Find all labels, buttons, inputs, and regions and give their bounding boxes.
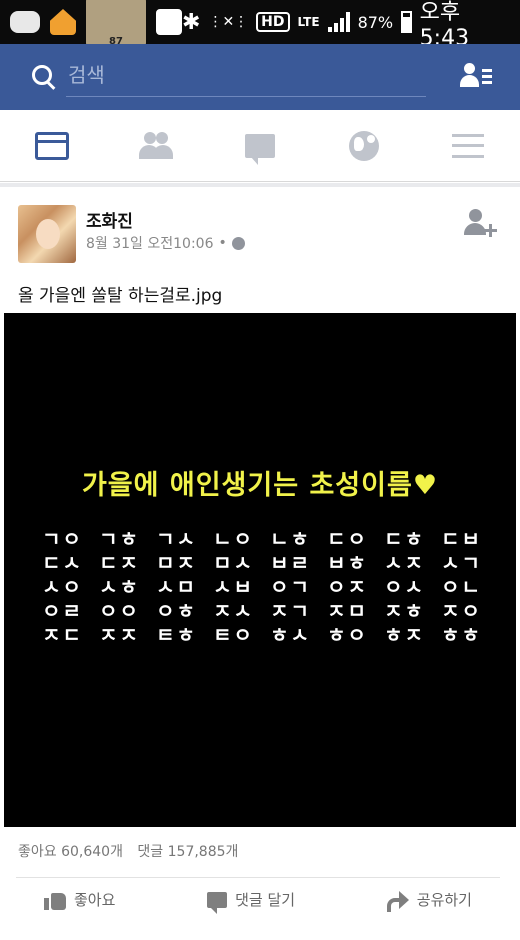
like-count[interactable]: 좋아요 60,640개 (18, 844, 123, 860)
tab-notifications[interactable] (334, 121, 394, 171)
initial-cell: ㅅㅂ (213, 575, 254, 599)
public-globe-icon (231, 236, 245, 250)
meta-separator: • (218, 235, 227, 251)
tab-friend-requests[interactable] (126, 121, 186, 171)
messages-icon (245, 133, 275, 165)
home-app-icon (50, 9, 76, 35)
status-bar: 87 ✱ ⋮✕⋮ HD LTE 87% 오후 5:43 (0, 0, 520, 51)
initial-cell: ㅇㅇ (99, 599, 140, 623)
initial-cell: ㄷㅈ (99, 551, 140, 575)
image-title: 가을에 애인생기는 초성이름♥ (81, 470, 439, 501)
initial-cell: ㅂㄹ (270, 551, 311, 575)
initial-cell: ㄷㅇ (327, 527, 368, 551)
comment-button[interactable]: 댓글 달기 (179, 889, 323, 914)
feed-post: 조화진 8월 31일 오전10:06 • 올 가을엔 쏠탈 하는걸로.jpg 가… (0, 187, 520, 940)
hd-indicator: HD (256, 12, 290, 32)
initial-cell: ㅎㅇ (327, 623, 368, 647)
tab-messages[interactable] (230, 121, 290, 171)
post-meta: 8월 31일 오전10:06 • (86, 233, 245, 253)
initial-cell: ㅇㄴ (441, 575, 482, 599)
friends-list-icon[interactable] (460, 63, 492, 91)
initial-cell: ㅈㅎ (384, 599, 425, 623)
share-button[interactable]: 공유하기 (359, 889, 500, 912)
tab-menu[interactable] (438, 121, 498, 171)
initial-cell: ㅇㅈ (327, 575, 368, 599)
friend-requests-icon (138, 131, 174, 160)
initial-cell: ㅌㅇ (213, 623, 254, 647)
initial-cell: ㅅㅎ (99, 575, 140, 599)
post-author[interactable]: 조화진 (86, 207, 133, 232)
initials-grid: ㄱㅇ ㄱㅎ ㄱㅅ ㄴㅇ ㄴㅎ ㄷㅇ ㄷㅎ ㄷㅂㄷㅅ ㄷㅈ ㅁㅈ ㅁㅅ ㅂㄹ ㅂㅎ ㅅㅈ ㅅㄱㅅㅇ ㅅㅎ ㅅㅁ ㅅㅂ… (34, 528, 490, 646)
initial-cell: ㅈㅈ (99, 623, 140, 647)
notifications-globe-icon (349, 130, 379, 161)
initial-cell: ㅅㅈ (384, 551, 425, 575)
initial-cell: ㅈㅁ (327, 599, 368, 623)
share-label: 공유하기 (416, 891, 472, 909)
initial-cell: ㄴㅎ (270, 527, 311, 551)
comment-icon (207, 891, 228, 914)
initial-cell: ㅈㄱ (270, 599, 311, 623)
initial-cell: ㅅㅁ (156, 575, 197, 599)
search-input[interactable] (66, 57, 426, 97)
initial-cell: ㅅㅇ (42, 575, 83, 599)
message-notification-icon (10, 11, 40, 33)
add-friend-icon[interactable] (464, 209, 498, 243)
initial-cell: ㅂㅎ (327, 551, 368, 575)
post-image[interactable]: 가을에 애인생기는 초성이름♥ ㄱㅇ ㄱㅎ ㄱㅅ ㄴㅇ ㄴㅎ ㄷㅇ ㄷㅎ ㄷㅂㄷㅅ ㄷㅈ ㅁㅈ ㅁㅅ… (4, 313, 516, 827)
initial-cell: ㅇㄹ (42, 599, 83, 623)
initial-cell: ㄷㅅ (42, 551, 83, 575)
initial-cell: ㄱㅇ (42, 527, 83, 551)
initial-cell: ㅇㅎ (156, 599, 197, 623)
app-badge-icon: 87 (86, 0, 146, 47)
post-stats: 좋아요 60,640개 댓글 157,885개 (18, 841, 238, 861)
like-label: 좋아요 (74, 891, 116, 909)
initial-cell: ㄷㅂ (441, 527, 482, 551)
tab-news-feed[interactable] (22, 121, 82, 171)
comment-label: 댓글 달기 (235, 891, 296, 909)
initial-cell: ㄷㅎ (384, 527, 425, 551)
post-actions: 좋아요 댓글 달기 공유하기 (16, 877, 500, 921)
initial-cell: ㅎㅎ (441, 623, 482, 647)
clock: 오후 5:43 (419, 0, 470, 51)
comment-count[interactable]: 댓글 157,885개 (137, 844, 238, 860)
initial-cell: ㅁㅅ (213, 551, 254, 575)
signal-icon (327, 12, 350, 32)
initial-cell: ㅇㅅ (384, 575, 425, 599)
initial-cell: ㅁㅈ (156, 551, 197, 575)
initial-cell: ㄴㅇ (213, 527, 254, 551)
share-arrow-icon (386, 890, 409, 912)
post-date[interactable]: 8월 31일 오전10:06 (86, 233, 214, 253)
chart-app-icon (156, 9, 182, 35)
like-button[interactable]: 좋아요 (16, 889, 143, 910)
menu-icon (452, 133, 484, 158)
bluetooth-icon: ✱ (182, 9, 201, 35)
news-feed-icon (35, 131, 69, 160)
network-type: LTE (297, 15, 320, 29)
search-icon[interactable] (24, 57, 64, 97)
nav-tab-bar (0, 110, 520, 182)
avatar[interactable] (18, 205, 76, 263)
post-text: 올 가을엔 쏠탈 하는걸로.jpg (18, 286, 223, 306)
initial-cell: ㄱㅅ (156, 527, 197, 551)
initial-cell: ㅇㄱ (270, 575, 311, 599)
battery-percent: 87% (357, 12, 394, 32)
initial-cell: ㅌㅎ (156, 623, 197, 647)
initial-cell: ㅈㄷ (42, 623, 83, 647)
initial-cell: ㅈㅅ (213, 599, 254, 623)
initial-cell: ㅅㄱ (441, 551, 482, 575)
initial-cell: ㅈㅇ (441, 599, 482, 623)
initial-cell: ㅎㅈ (384, 623, 425, 647)
thumbs-up-icon (44, 890, 66, 910)
initial-cell: ㄱㅎ (99, 527, 140, 551)
vibrate-icon: ⋮✕⋮ (208, 14, 249, 30)
initial-cell: ㅎㅅ (270, 623, 311, 647)
search-bar (0, 44, 520, 110)
battery-icon (401, 11, 412, 33)
